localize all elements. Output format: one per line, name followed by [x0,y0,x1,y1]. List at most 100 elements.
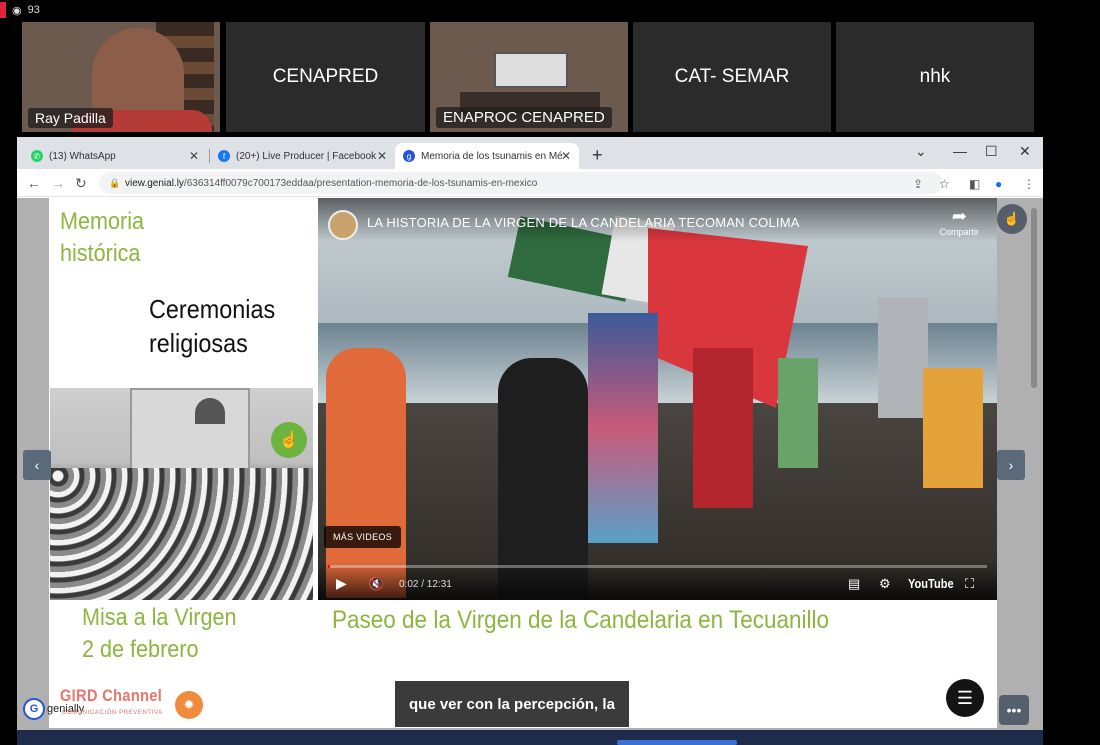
participant-name: nhk [919,66,951,87]
video-progress-fill [328,565,330,568]
participant-tile-enaproc-cenapred[interactable]: ENAPROC CENAPRED [430,22,628,132]
profile-avatar-icon[interactable]: ● [995,177,1002,191]
procession-person [588,313,658,543]
participant-tile-cat-semar[interactable]: CAT- SEMAR [633,22,831,132]
gird-channel-tagline: COMUNICACIÓN PREVENTIVA [62,710,163,716]
channel-avatar[interactable] [328,210,358,240]
slide-heading-line1: Memoria [60,208,145,235]
genially-logo-icon[interactable]: G [23,698,45,720]
church-facade [130,388,250,478]
url-input[interactable]: 🔒 view.genial.ly/636314ff0079c700173edda… [99,172,943,194]
bookmark-star-icon[interactable]: ☆ [939,177,950,191]
share-icon[interactable]: ⇪ [913,177,923,191]
participant-video [494,52,568,88]
youtube-video-player[interactable]: LA HISTORIA DE LA VIRGEN DE LA CANDELARI… [318,198,997,600]
photo-caption: Misa a la Virgen 2 de febrero [82,602,236,666]
slide-subheading: Ceremonias religiosas [149,292,275,360]
bottom-strip-button[interactable] [617,740,737,745]
hamburger-menu-button[interactable]: ☰ [946,679,984,717]
new-tab-button[interactable]: + [592,145,603,166]
participant-tile-cenapred[interactable]: CENAPRED [226,22,425,132]
tab-bar: ✆ (13) WhatsApp ✕ f (20+) Live Producer … [17,137,1043,169]
viewer-count-indicator: ◉ 93 [0,0,40,20]
procession-person [878,298,928,418]
participant-tile-ray-padilla[interactable]: Ray Padilla [22,22,220,132]
gird-sun-icon: ✹ [175,691,203,719]
page-scrollbar[interactable] [1031,208,1037,388]
back-arrow-icon[interactable]: ← [27,175,41,191]
genially-viewer: Memoria histórica Ceremonias religiosas … [17,198,1043,745]
more-options-button[interactable]: ••• [999,695,1029,725]
minimize-icon[interactable]: — [953,143,967,159]
live-subtitle: que ver con la percepción, la [395,681,629,727]
genially-icon: g [403,150,415,162]
tab-label: Memoria de los tsunamis en Mé [421,150,563,162]
share-button[interactable]: ➦ Compartir [939,206,979,237]
mute-icon[interactable]: 🔇 [368,576,384,592]
fullscreen-icon[interactable]: ⛶ [965,576,974,592]
video-caption: Paseo de la Virgen de la Candelaria en T… [332,606,830,634]
tab-whatsapp[interactable]: ✆ (13) WhatsApp ✕ [23,143,207,169]
procession-person [778,358,818,468]
next-slide-button[interactable]: › [997,450,1025,480]
lock-icon: 🔒 [109,177,121,188]
reload-icon[interactable]: ↻ [75,175,87,192]
participant-name: ENAPROC CENAPRED [436,107,612,128]
url-host: view.genial.ly [125,177,184,189]
video-title[interactable]: LA HISTORIA DE LA VIRGEN DE LA CANDELARI… [367,215,800,230]
slide-left-panel: Memoria histórica Ceremonias religiosas … [49,198,317,728]
slide-heading: Memoria histórica [60,206,144,270]
tab-label: (20+) Live Producer | Facebook [236,150,377,162]
settings-gear-icon[interactable]: ⚙ [879,576,891,592]
presentation-slide: Memoria histórica Ceremonias religiosas … [49,198,997,728]
meeting-bottom-strip [17,730,1043,745]
participant-name: CAT- SEMAR [674,66,790,87]
address-bar: ← → ↻ 🔒 view.genial.ly/636314ff0079c7001… [17,169,1043,197]
touch-mode-button[interactable]: ☝ [997,204,1027,234]
slide-subheading-line2: religiosas [149,328,248,358]
mass-photo: ☝ [50,388,313,600]
close-tab-icon[interactable]: ✕ [377,149,387,163]
close-tab-icon[interactable]: ✕ [561,149,571,163]
viewer-count: 93 [27,4,40,16]
subtitles-icon[interactable]: ▤ [848,576,860,592]
zoom-meeting-window: ◉ 93 Ray Padilla CENAPRED ENAPROC CENAPR… [0,0,1100,745]
gird-channel-logo: GIRD Channel [60,686,163,705]
menu-kebab-icon[interactable]: ⋮ [1023,177,1035,191]
participant-name: CENAPRED [272,66,379,87]
whatsapp-icon: ✆ [31,150,43,162]
participant-tile-nhk[interactable]: nhk [836,22,1034,132]
church-arch [195,398,225,424]
crowd [50,468,313,600]
shared-browser-window: ✆ (13) WhatsApp ✕ f (20+) Live Producer … [17,137,1043,745]
touch-hand-icon[interactable]: ☝ [271,422,307,458]
more-videos-button[interactable]: MÁS VIDEOS [324,526,402,548]
close-tab-icon[interactable]: ✕ [189,149,199,163]
tab-facebook-live-producer[interactable]: f (20+) Live Producer | Facebook ✕ [210,143,395,169]
photo-caption-line2: 2 de febrero [82,636,199,663]
share-label: Compartir [939,227,979,237]
tab-label: (13) WhatsApp [49,150,116,162]
tab-search-chevron-icon[interactable]: ⌄ [915,143,927,160]
procession-person [693,348,753,508]
video-time: 0:02 / 12:31 [399,579,452,590]
facebook-icon: f [218,150,230,162]
youtube-logo[interactable]: YouTube [908,576,954,591]
procession-person [923,368,983,488]
live-indicator [0,2,6,18]
side-panel-icon[interactable]: ◧ [969,177,980,191]
forward-arrow-icon[interactable]: → [51,175,65,191]
eye-icon: ◉ [12,4,22,17]
tab-memoria-tsunamis[interactable]: g Memoria de los tsunamis en Mé ✕ [395,143,579,169]
url-path: /636314ff0079c700173eddaa/presentation-m… [183,177,538,189]
participant-name: Ray Padilla [28,108,113,128]
previous-slide-button[interactable]: ‹ [23,450,51,480]
maximize-icon[interactable]: ☐ [985,143,998,160]
close-window-icon[interactable]: ✕ [1019,143,1031,160]
procession-person [326,348,406,598]
play-icon[interactable]: ▶ [336,575,347,592]
video-progress-bar[interactable] [328,565,987,568]
slide-subheading-line1: Ceremonias [149,294,276,324]
share-arrow-icon: ➦ [951,206,967,226]
slide-heading-line2: histórica [60,240,141,267]
